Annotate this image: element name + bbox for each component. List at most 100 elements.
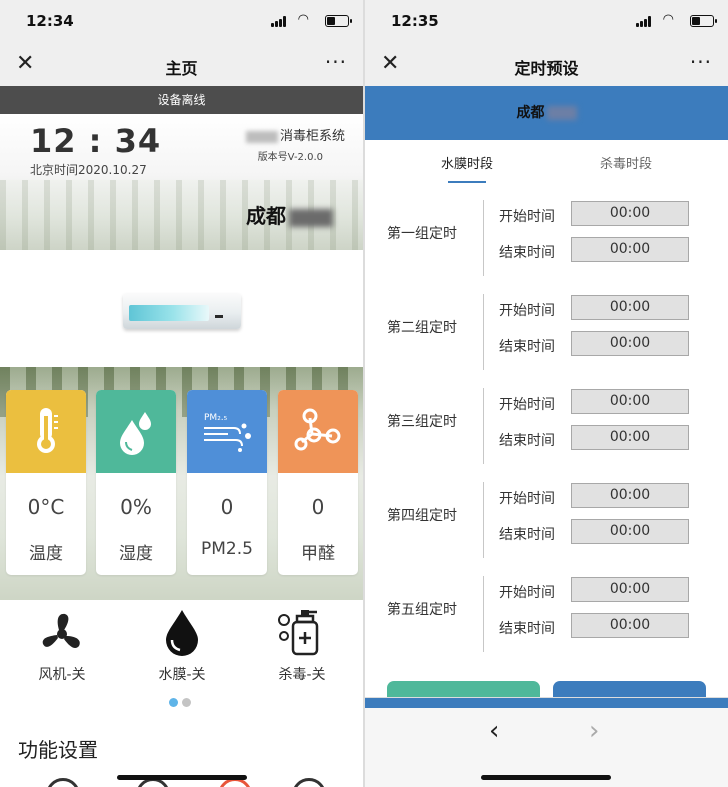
end-time-input[interactable]: 00:00 <box>571 425 689 450</box>
timer-group-5: 第五组定时 开始时间 00:00 结束时间 00:00 <box>365 570 728 664</box>
location-banner: 成都 <box>365 86 728 140</box>
sensor-card-humidity[interactable]: 0% 湿度 <box>96 390 176 575</box>
tab-disinfect-period[interactable]: 杀毒时段 <box>566 153 686 172</box>
date-display: 北京时间2020.10.27 <box>30 163 147 177</box>
status-time: 12:34 <box>26 12 74 30</box>
fan-label: 风机-关 <box>38 667 86 683</box>
air-conditioner-image <box>123 293 241 329</box>
group-name: 第一组定时 <box>387 226 457 242</box>
start-time-input[interactable]: 00:00 <box>571 201 689 226</box>
start-time-input[interactable]: 00:00 <box>571 577 689 602</box>
sensor-card-temperature[interactable]: 0°C 温度 <box>6 390 86 575</box>
version-label: 版本号V-2.0.0 <box>257 152 323 163</box>
group-name: 第三组定时 <box>387 414 457 430</box>
humidity-label: 湿度 <box>119 544 153 564</box>
page-title: 主页 <box>165 59 198 78</box>
thermometer-icon <box>6 404 86 460</box>
formaldehyde-value: 0 <box>311 495 325 519</box>
droplets-icon <box>96 404 176 460</box>
period-tabs: 水膜时段 杀毒时段 <box>365 140 728 188</box>
function-icon[interactable] <box>46 778 80 787</box>
start-time-label: 开始时间 <box>499 209 555 225</box>
start-time-input[interactable]: 00:00 <box>571 295 689 320</box>
sensor-card-formaldehyde[interactable]: 0 甲醛 <box>278 390 358 575</box>
home-screen: 12:34 ◠ ✕ 主页 ··· 设备离线 12 : 34 北京时间2020.1… <box>0 0 363 787</box>
end-time-input[interactable]: 00:00 <box>571 237 689 262</box>
start-time-label: 开始时间 <box>499 397 555 413</box>
water-drop-icon <box>132 600 232 656</box>
device-image-area <box>0 250 363 367</box>
location-text: 成都 <box>246 204 286 228</box>
pm25-label: PM2.5 <box>201 539 253 559</box>
group-name: 第四组定时 <box>387 508 457 524</box>
pm25-value: 0 <box>220 495 234 519</box>
svg-text:PM₂.₅: PM₂.₅ <box>204 413 228 423</box>
more-icon[interactable]: ··· <box>325 50 347 74</box>
nav-bar: ✕ 定时预设 ··· <box>365 44 728 86</box>
page-dot[interactable] <box>182 698 191 707</box>
start-time-label: 开始时间 <box>499 491 555 507</box>
wifi-icon: ◠ <box>662 12 674 27</box>
blurred-text <box>289 208 333 227</box>
start-time-input[interactable]: 00:00 <box>571 483 689 508</box>
timer-group-2: 第二组定时 开始时间 00:00 结束时间 00:00 <box>365 288 728 382</box>
group-name: 第五组定时 <box>387 602 457 618</box>
page-title: 定时预设 <box>514 59 579 78</box>
battery-icon <box>325 15 352 27</box>
end-time-input[interactable]: 00:00 <box>571 519 689 544</box>
disinfect-label: 杀毒-关 <box>278 667 326 683</box>
mode-controls: 风机-关 水膜-关 杀毒-关 <box>0 600 363 708</box>
end-time-input[interactable]: 00:00 <box>571 613 689 638</box>
location-label: 成都 <box>246 200 333 229</box>
signal-icon <box>636 16 652 27</box>
signal-icon <box>271 16 287 27</box>
water-film-label: 水膜-关 <box>158 667 206 683</box>
disinfect-bottle-icon <box>252 600 352 656</box>
status-bar: 12:35 ◠ <box>365 0 728 44</box>
start-time-label: 开始时间 <box>499 585 555 601</box>
timer-group-1: 第一组定时 开始时间 00:00 结束时间 00:00 <box>365 194 728 288</box>
sensor-card-pm25[interactable]: PM₂.₅ 0 PM2.5 <box>187 390 267 575</box>
fan-toggle[interactable]: 风机-关 <box>12 600 112 684</box>
home-indicator[interactable] <box>481 775 611 780</box>
system-name-text: 消毒柜系统 <box>279 129 345 144</box>
end-time-label: 结束时间 <box>499 339 555 355</box>
blurred-text <box>546 106 577 120</box>
pm-wind-icon: PM₂.₅ <box>187 404 267 460</box>
end-time-label: 结束时间 <box>499 621 555 637</box>
start-time-label: 开始时间 <box>499 303 555 319</box>
clock-display: 12 : 34 <box>30 122 162 160</box>
home-indicator[interactable] <box>117 775 247 780</box>
end-time-input[interactable]: 00:00 <box>571 331 689 356</box>
start-time-input[interactable]: 00:00 <box>571 389 689 414</box>
end-time-label: 结束时间 <box>499 245 555 261</box>
timer-group-4: 第四组定时 开始时间 00:00 结束时间 00:00 <box>365 476 728 570</box>
timer-group-3: 第三组定时 开始时间 00:00 结束时间 00:00 <box>365 382 728 476</box>
page-dot-active[interactable] <box>169 698 178 707</box>
water-film-toggle[interactable]: 水膜-关 <box>132 600 232 684</box>
toolbar-stripe <box>365 698 728 708</box>
more-icon[interactable]: ··· <box>690 50 712 74</box>
wifi-icon: ◠ <box>297 12 309 27</box>
humidity-value: 0% <box>120 495 152 519</box>
molecule-icon <box>278 404 358 460</box>
end-time-label: 结束时间 <box>499 527 555 543</box>
battery-icon <box>690 15 717 27</box>
temperature-value: 0°C <box>27 495 65 519</box>
disinfect-toggle[interactable]: 杀毒-关 <box>252 600 352 684</box>
group-name: 第二组定时 <box>387 320 457 336</box>
function-settings-title: 功能设置 <box>18 738 98 762</box>
page-indicator <box>169 692 195 711</box>
tab-water-film-period[interactable]: 水膜时段 <box>407 153 527 183</box>
sensor-panel: 0°C 温度 0% 湿度 PM₂.₅ 0 PM2.5 0 甲醛 <box>0 367 363 610</box>
blurred-text <box>245 130 278 143</box>
formaldehyde-label: 甲醛 <box>301 544 335 564</box>
nav-bar: ✕ 主页 ··· <box>0 44 363 86</box>
location-text: 成都 <box>516 105 545 121</box>
fan-icon <box>12 600 112 656</box>
temperature-label: 温度 <box>29 544 63 564</box>
back-arrow-icon[interactable]: ‹ <box>489 716 499 746</box>
forward-arrow-icon[interactable]: › <box>589 716 599 746</box>
offline-banner: 设备离线 <box>0 86 363 114</box>
function-icon[interactable] <box>292 778 326 787</box>
